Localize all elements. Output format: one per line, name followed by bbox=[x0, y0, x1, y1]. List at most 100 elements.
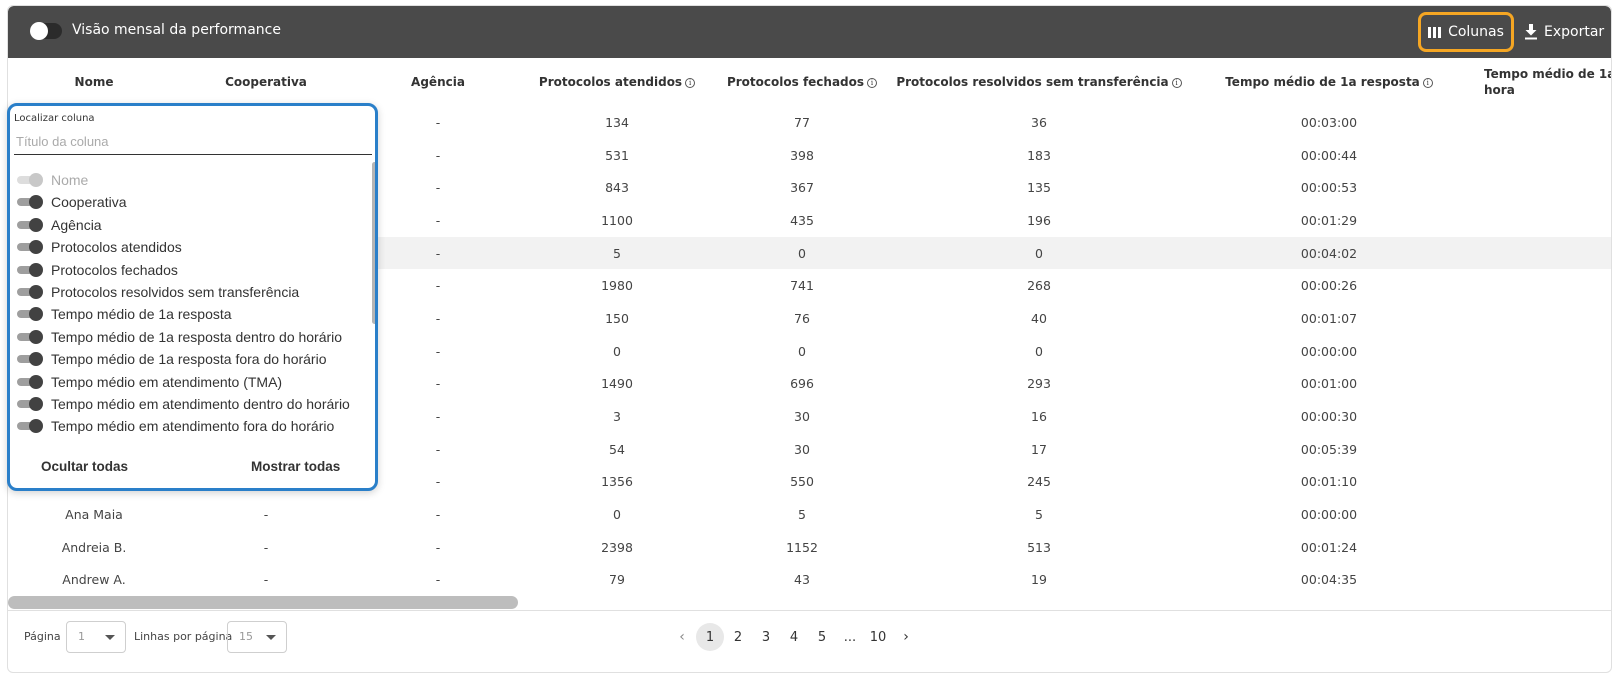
page-button[interactable]: 4 bbox=[780, 623, 808, 651]
column-toggle-switch[interactable] bbox=[17, 374, 43, 389]
column-toggle-switch[interactable] bbox=[17, 285, 43, 299]
table-cell: 00:05:39 bbox=[1300, 441, 1358, 457]
column-option[interactable]: Tempo médio em atendimento (TMA) bbox=[17, 371, 282, 393]
table-cell: 513 bbox=[1027, 539, 1051, 555]
show-all-button[interactable]: Mostrar todas bbox=[251, 459, 340, 474]
column-toggle-switch[interactable] bbox=[17, 307, 43, 322]
table-cell: 79 bbox=[609, 572, 625, 588]
table-cell: 0 bbox=[1474, 171, 1611, 204]
column-toggle-switch[interactable] bbox=[17, 419, 43, 434]
table-cell: 0 bbox=[613, 343, 621, 359]
info-icon[interactable]: i bbox=[867, 77, 878, 88]
column-header[interactable]: Cooperativa bbox=[180, 58, 352, 106]
table-cell: 00:01:00 bbox=[1300, 376, 1358, 392]
hide-all-button[interactable]: Ocultar todas bbox=[41, 459, 128, 474]
pagination: ‹ 1 2 3 4 5... 10 › bbox=[668, 623, 920, 651]
table-cell: 0 bbox=[894, 236, 1184, 270]
download-icon bbox=[1525, 24, 1537, 40]
column-header[interactable]: Protocolos atendidos i bbox=[524, 58, 710, 106]
column-toggle-switch[interactable] bbox=[17, 217, 43, 232]
column-selector-panel: Localizar coluna Nome Cooperativa Agência P… bbox=[7, 103, 378, 491]
column-option[interactable]: Tempo médio de 1a resposta fora do horár… bbox=[17, 348, 327, 370]
rows-per-page-select[interactable]: 15 bbox=[227, 621, 287, 653]
column-header-label: Protocolos atendidos bbox=[538, 75, 683, 89]
table-cell: 0 bbox=[1035, 343, 1043, 359]
monthly-view-toggle[interactable] bbox=[30, 22, 62, 40]
table-cell: 40 bbox=[1031, 310, 1047, 326]
table-cell: 0 bbox=[1474, 302, 1611, 335]
table-cell: 196 bbox=[1027, 212, 1051, 228]
column-option-label: Cooperativa bbox=[51, 194, 127, 211]
table-cell: 0 bbox=[710, 236, 894, 270]
search-column-input[interactable] bbox=[14, 129, 372, 155]
column-header[interactable]: Tempo médio de 1a hora bbox=[1474, 58, 1611, 106]
vertical-scrollbar[interactable] bbox=[372, 162, 375, 324]
column-option[interactable]: Tempo médio de 1a resposta bbox=[17, 303, 232, 325]
table-cell: 0 bbox=[1474, 498, 1611, 531]
table-cell: 36 bbox=[1031, 114, 1047, 130]
columns-icon bbox=[1428, 26, 1442, 38]
pagination-footer: Página 1 Linhas por página 15 ‹ 1 2 3 4 5... 1… bbox=[8, 610, 1611, 672]
chevron-left-icon[interactable]: ‹ bbox=[668, 623, 696, 651]
column-toggle-switch[interactable] bbox=[17, 195, 43, 210]
table-cell: 54 bbox=[609, 441, 625, 457]
column-header[interactable]: Protocolos resolvidos sem transferência i bbox=[894, 58, 1184, 106]
table-cell: 00:03:00 bbox=[1300, 114, 1358, 130]
table-cell: 30 bbox=[794, 409, 810, 425]
table-cell: 1980 bbox=[601, 278, 633, 294]
table-row[interactable]: Ana Maia - - 0 5 5 00:00:00 0 bbox=[8, 498, 1611, 531]
info-icon[interactable]: i bbox=[685, 77, 696, 88]
column-header[interactable]: Tempo médio de 1a resposta i bbox=[1184, 58, 1474, 106]
page-button[interactable]: 10 bbox=[864, 623, 892, 651]
horizontal-scrollbar[interactable] bbox=[8, 596, 518, 609]
column-toggle-switch[interactable] bbox=[17, 262, 43, 277]
table-cell: 76 bbox=[794, 310, 810, 326]
table-cell: 0 bbox=[1474, 106, 1611, 139]
column-toggle-switch[interactable] bbox=[17, 329, 43, 344]
table-cell: 0 bbox=[798, 343, 806, 359]
column-option-label: Protocolos fechados bbox=[51, 261, 178, 278]
column-toggle-switch[interactable] bbox=[17, 240, 43, 255]
columns-button[interactable]: Colunas bbox=[1418, 12, 1514, 52]
table-cell: - bbox=[263, 507, 269, 523]
page-button[interactable]: 1 bbox=[696, 623, 724, 651]
column-toggle-switch[interactable] bbox=[17, 397, 43, 411]
table-cell: 1100 bbox=[601, 212, 633, 228]
column-option[interactable]: Tempo médio em atendimento fora do horár… bbox=[17, 415, 334, 437]
table-cell: 00:00:53 bbox=[1300, 180, 1358, 196]
table-cell: 00:01:10 bbox=[1300, 474, 1358, 490]
toggle-knob bbox=[30, 22, 48, 40]
column-option[interactable]: Protocolos fechados bbox=[17, 259, 178, 281]
table-cell: 0 bbox=[1474, 269, 1611, 302]
info-icon[interactable]: i bbox=[1171, 77, 1182, 88]
export-button[interactable]: Exportar bbox=[1524, 12, 1604, 52]
table-cell: 00:00:30 bbox=[1300, 409, 1358, 425]
page-button[interactable]: 5 bbox=[808, 623, 836, 651]
table-row[interactable]: Andrew A. - - 79 43 19 00:04:35 0 bbox=[8, 564, 1611, 597]
column-option[interactable]: Cooperativa bbox=[17, 191, 127, 213]
column-header[interactable]: Agência bbox=[352, 58, 524, 106]
column-header-label: Agência bbox=[411, 75, 465, 89]
column-header-label: Cooperativa bbox=[225, 75, 307, 89]
column-option[interactable]: Agência bbox=[17, 214, 102, 236]
table-cell: 00:01:24 bbox=[1300, 539, 1358, 555]
table-row[interactable]: Andreia B. - - 2398 1152 513 00:01:24 0 bbox=[8, 531, 1611, 564]
info-icon[interactable]: i bbox=[1422, 77, 1433, 88]
column-header[interactable]: Protocolos fechados i bbox=[710, 58, 894, 106]
column-option[interactable]: Tempo médio em atendimento dentro do hor… bbox=[17, 393, 350, 415]
page-button[interactable]: 2 bbox=[724, 623, 752, 651]
column-option-label: Protocolos atendidos bbox=[51, 239, 182, 256]
column-header[interactable]: Nome bbox=[8, 58, 180, 106]
table-cell: 77 bbox=[794, 114, 810, 130]
column-toggle-switch[interactable] bbox=[17, 352, 43, 367]
export-button-label: Exportar bbox=[1544, 24, 1605, 40]
table-cell: 150 bbox=[605, 310, 629, 326]
page-select[interactable]: 1 bbox=[66, 621, 126, 653]
page-button[interactable]: 3 bbox=[752, 623, 780, 651]
chevron-right-icon[interactable]: › bbox=[892, 623, 920, 651]
table-cell: - bbox=[435, 507, 441, 523]
column-option[interactable]: Tempo médio de 1a resposta dentro do hor… bbox=[17, 326, 342, 348]
column-option[interactable]: Protocolos resolvidos sem transferência bbox=[17, 281, 299, 303]
column-toggle-switch bbox=[17, 173, 43, 187]
column-option[interactable]: Protocolos atendidos bbox=[17, 236, 182, 258]
